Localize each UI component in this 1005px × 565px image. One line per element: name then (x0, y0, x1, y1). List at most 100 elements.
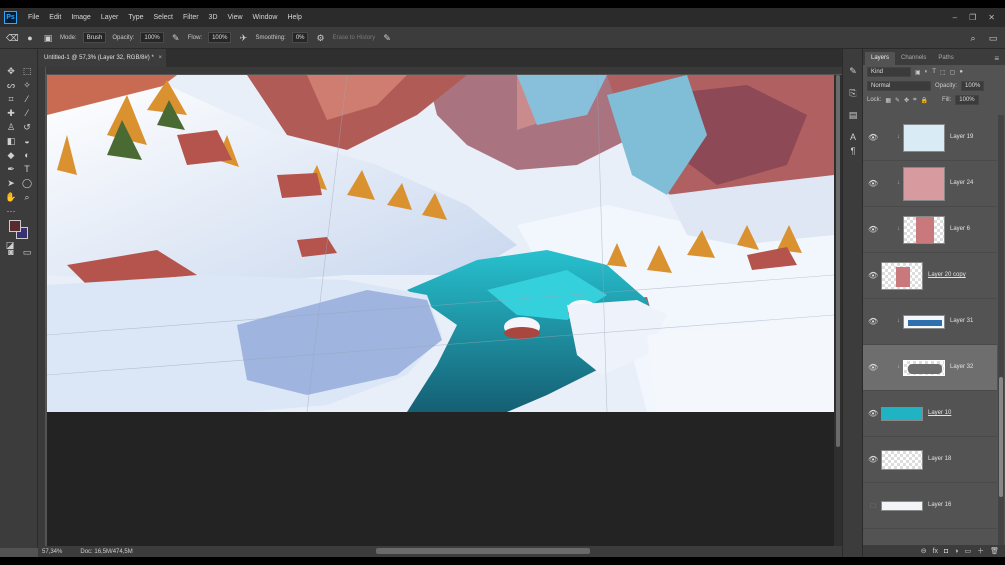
adjustment-layer-icon[interactable]: ◑ (954, 548, 958, 555)
smoothing-options-gear-icon[interactable]: ⚙ (314, 32, 326, 44)
layers-scroll-thumb[interactable] (999, 377, 1003, 497)
filter-adjustment-icon[interactable]: ◐ (925, 69, 929, 75)
clone-stamp-tool-icon[interactable]: ♙ (5, 121, 17, 133)
history-brush-tool-icon[interactable]: ↺ (21, 121, 33, 133)
layer-name[interactable]: Layer 32 (950, 364, 973, 370)
vertical-ruler[interactable] (38, 67, 46, 548)
menu-image[interactable]: Image (66, 14, 95, 21)
magic-wand-tool-icon[interactable]: ✧ (21, 79, 33, 91)
menu-edit[interactable]: Edit (44, 14, 66, 21)
layer-row[interactable]: 👁 Layer 10 (863, 391, 997, 437)
tab-paths[interactable]: Paths (932, 52, 959, 65)
brush-tool-icon[interactable]: ⁄ (21, 107, 33, 119)
search-icon[interactable]: ⌕ (967, 32, 979, 44)
lock-pixels-icon[interactable]: ✎ (895, 97, 900, 104)
blend-mode-select[interactable]: Normal (867, 81, 931, 91)
layer-name[interactable]: Layer 19 (950, 134, 973, 140)
eraser-tool-preset-icon[interactable]: ⌫ (6, 32, 19, 44)
brush-preset-picker-icon[interactable]: ● (24, 32, 36, 44)
filter-shape-icon[interactable]: ⬚ (940, 69, 946, 76)
filter-smart-object-icon[interactable]: ▢ (950, 69, 956, 76)
pressure-size-icon[interactable]: ✎ (381, 32, 393, 44)
type-tool-icon[interactable]: T (21, 163, 33, 175)
minimize-icon[interactable]: – (953, 13, 957, 22)
eraser-tool-icon[interactable]: ◧ (5, 135, 17, 147)
painting-canvas[interactable] (47, 75, 834, 412)
airbrush-icon[interactable]: ✈ (237, 32, 249, 44)
quick-mask-icon[interactable]: ◙ (5, 246, 17, 258)
filter-toggle-icon[interactable]: ● (959, 69, 963, 75)
brush-settings-icon[interactable]: ▣ (42, 32, 54, 44)
layer-filter-kind-select[interactable]: Kind (867, 67, 911, 77)
marquee-tool-icon[interactable]: ⬚ (21, 65, 33, 77)
menu-filter[interactable]: Filter (178, 14, 204, 21)
layer-name[interactable]: Layer 20 copy (928, 272, 966, 278)
menu-layer[interactable]: Layer (96, 14, 124, 21)
document-tab[interactable]: Untitled-1 @ 57,3% (Layer 32, RGB/8#) * … (38, 49, 166, 67)
mode-select[interactable]: Brush (82, 32, 107, 43)
healing-brush-tool-icon[interactable]: ✚ (5, 107, 17, 119)
opacity-field[interactable]: 100% (140, 32, 164, 43)
layer-style-icon[interactable]: fx (933, 548, 938, 555)
workspace-switcher-icon[interactable]: ▭ (987, 32, 999, 44)
layer-opacity-field[interactable]: 100% (961, 81, 985, 91)
layer-thumbnail[interactable] (903, 216, 945, 244)
layer-row[interactable]: 👁 Layer 18 (863, 437, 997, 483)
layer-row[interactable]: 👁 ↓ Layer 6 (863, 207, 997, 253)
visibility-eye-icon[interactable]: 👁 (868, 179, 878, 189)
layer-thumbnail[interactable] (903, 360, 945, 376)
properties-panel-icon[interactable]: ▤ (847, 109, 859, 121)
canvas-vertical-scroll-thumb[interactable] (836, 75, 840, 447)
dodge-tool-icon[interactable]: ◐ (21, 149, 33, 161)
new-layer-icon[interactable]: ＋ (977, 546, 984, 556)
layer-name[interactable]: Layer 24 (950, 180, 973, 186)
paragraph-panel-icon[interactable]: ¶ (847, 145, 859, 157)
layer-row[interactable]: 👁 ↓ Layer 31 (863, 299, 997, 345)
foreground-color-swatch[interactable] (9, 220, 21, 232)
layer-name[interactable]: Layer 18 (928, 456, 951, 462)
layer-thumbnail[interactable] (903, 315, 945, 329)
menu-select[interactable]: Select (149, 14, 178, 21)
character-panel-icon[interactable]: A (847, 131, 859, 143)
tab-channels[interactable]: Channels (895, 52, 932, 65)
lock-transparency-icon[interactable]: ▦ (885, 97, 891, 104)
blur-tool-icon[interactable]: ◆ (5, 149, 17, 161)
restore-icon[interactable]: ❐ (969, 13, 976, 22)
pressure-opacity-icon[interactable]: ✎ (170, 32, 182, 44)
link-layers-icon[interactable]: ⊖ (921, 547, 927, 555)
more-tools-icon[interactable]: ··· (5, 205, 17, 217)
visibility-eye-icon[interactable]: 👁 (868, 363, 878, 373)
layer-fill-field[interactable]: 100% (955, 95, 979, 105)
layer-thumbnail[interactable] (881, 407, 923, 421)
hand-tool-icon[interactable]: ✋ (5, 191, 17, 203)
layer-row-selected[interactable]: 👁 ↓ Layer 32 (863, 345, 997, 391)
crop-tool-icon[interactable]: ⌗ (5, 93, 17, 105)
lasso-tool-icon[interactable]: ᔕ (5, 79, 17, 91)
layer-name[interactable]: Layer 16 (928, 502, 951, 508)
visibility-eye-icon[interactable]: □ (868, 501, 878, 511)
layer-thumbnail[interactable] (903, 124, 945, 152)
layer-thumbnail[interactable] (903, 167, 945, 201)
canvas-vertical-scrollbar[interactable] (834, 75, 842, 546)
layer-name[interactable]: Layer 10 (928, 410, 951, 416)
erase-to-history-toggle[interactable]: Erase to History (332, 35, 375, 41)
filter-type-icon[interactable]: T (932, 69, 936, 75)
tab-layers[interactable]: Layers (865, 52, 896, 65)
lock-position-icon[interactable]: ✥ (904, 97, 909, 104)
close-icon[interactable]: ✕ (988, 13, 995, 22)
canvas-horizontal-scroll-thumb[interactable] (376, 548, 590, 554)
delete-layer-icon[interactable]: 🗑 (990, 547, 999, 555)
menu-type[interactable]: Type (123, 14, 148, 21)
layer-name[interactable]: Layer 6 (950, 226, 970, 232)
screen-mode-icon[interactable]: ▭ (21, 246, 33, 258)
visibility-eye-icon[interactable]: 👁 (868, 317, 878, 327)
layer-row[interactable]: 👁 ↓ Layer 19 (863, 115, 997, 161)
menu-3d[interactable]: 3D (204, 14, 223, 21)
visibility-eye-icon[interactable]: 👁 (868, 225, 878, 235)
zoom-tool-icon[interactable]: ⌕ (21, 191, 33, 203)
new-group-icon[interactable]: ▭ (964, 547, 971, 555)
visibility-eye-icon[interactable]: 👁 (868, 133, 878, 143)
brush-settings-panel-icon[interactable]: ✎ (847, 65, 859, 77)
horizontal-ruler[interactable] (46, 67, 842, 75)
clone-source-panel-icon[interactable]: ⎘ (847, 87, 859, 99)
